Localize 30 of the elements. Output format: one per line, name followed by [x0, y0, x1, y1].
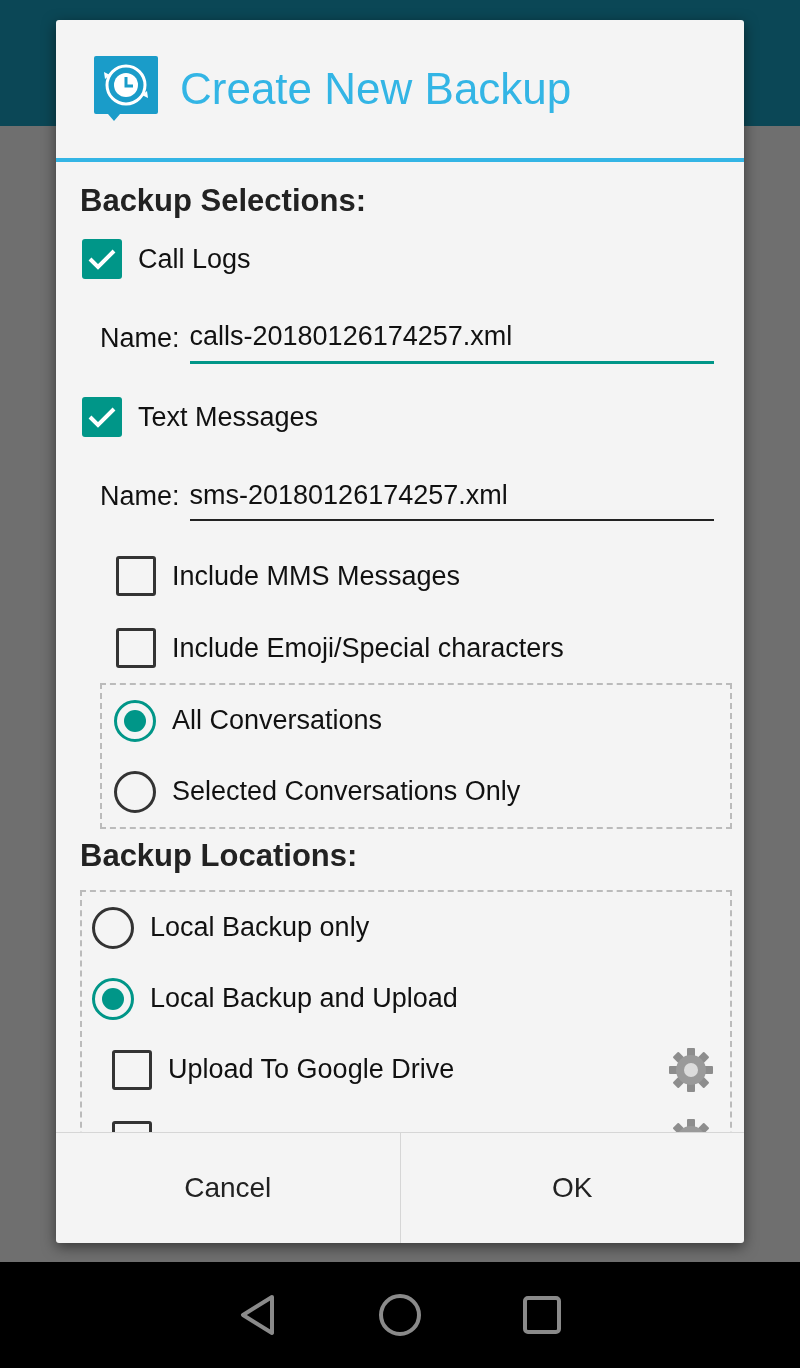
option-label: Upload To Google Drive	[168, 1053, 455, 1087]
checkbox[interactable]	[112, 1049, 152, 1090]
field-label: Name:	[100, 479, 180, 513]
option-label: Call Logs	[138, 242, 251, 276]
home-icon[interactable]	[378, 1293, 422, 1337]
settings-icon[interactable]	[668, 1046, 714, 1093]
dialog-button[interactable]: OK	[399, 1133, 744, 1243]
option-label: All Conversations	[172, 704, 383, 738]
option-label: Local Backup and Upload	[150, 982, 458, 1016]
option-label: Include MMS Messages	[172, 559, 461, 593]
checkbox[interactable]	[82, 397, 122, 437]
radio-button[interactable]	[92, 977, 134, 1020]
radio-button[interactable]	[114, 699, 156, 742]
radio-button[interactable]	[92, 906, 134, 949]
section-heading: Backup Locations:	[80, 837, 359, 875]
name-field[interactable]: sms-20180126174257.xml	[189, 470, 714, 522]
section-heading: Backup Selections:	[80, 182, 367, 220]
option-label: Local Backup only	[150, 911, 370, 945]
option-label: Text Messages	[138, 400, 319, 434]
recents-icon[interactable]	[522, 1295, 562, 1335]
radio-button[interactable]	[114, 770, 156, 813]
option-label: Selected Conversations Only	[172, 775, 521, 809]
checkbox[interactable]	[116, 628, 156, 668]
dialog-button[interactable]: Cancel	[56, 1133, 400, 1243]
name-field[interactable]: calls-20180126174257.xml	[189, 312, 714, 364]
dialog-title: Create New Backup	[180, 63, 572, 115]
checkbox[interactable]	[82, 239, 122, 279]
checkbox[interactable]	[116, 556, 156, 596]
option-label: Include Emoji/Special characters	[172, 631, 564, 665]
field-label: Name:	[100, 321, 180, 355]
